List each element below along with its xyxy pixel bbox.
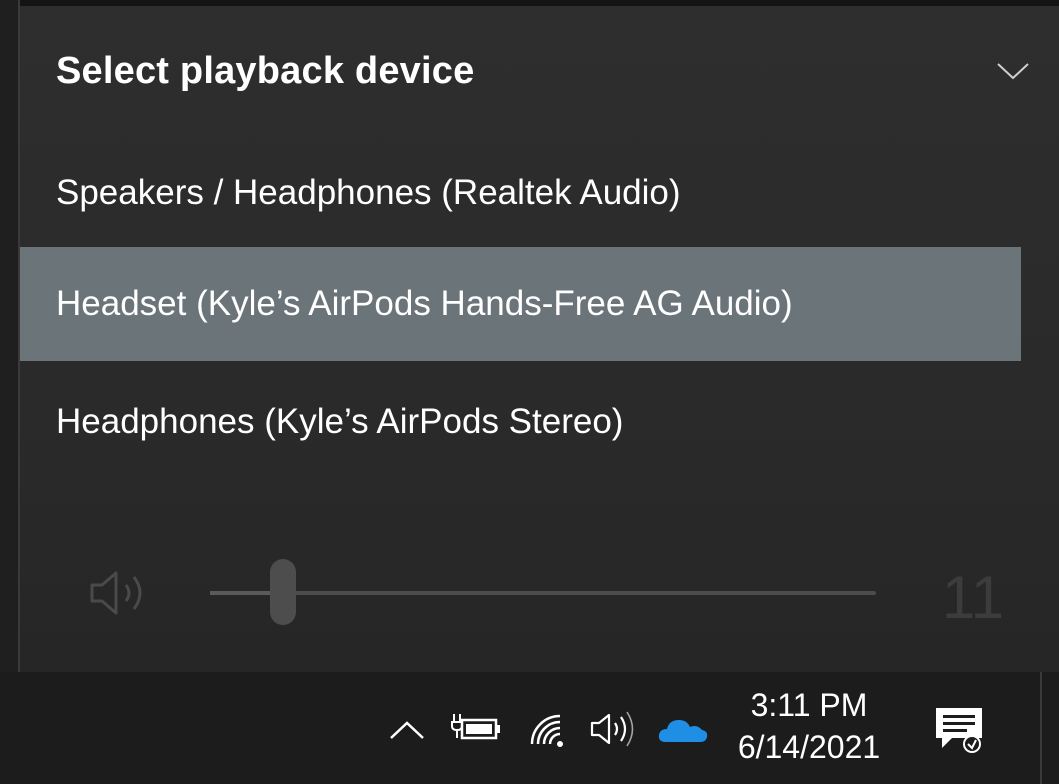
onedrive-cloud-icon[interactable] — [656, 710, 710, 750]
chevron-down-icon[interactable] — [990, 48, 1036, 94]
playback-device-flyout: Select playback device Speakers / Headph… — [18, 0, 1059, 672]
show-desktop-divider[interactable] — [1040, 672, 1042, 784]
chevron-up-icon[interactable] — [386, 712, 428, 748]
clock-time: 3:11 PM — [750, 687, 868, 723]
speaker-icon[interactable] — [86, 563, 162, 623]
volume-value: 11 — [941, 564, 1005, 631]
clock-date: 6/14/2021 — [737, 729, 881, 765]
volume-slider-thumb[interactable] — [270, 559, 297, 625]
device-label: Headphones (Kyle’s AirPods Stereo) — [56, 402, 624, 441]
device-speakers-realtek[interactable]: Speakers / Headphones (Realtek Audio) — [20, 136, 1021, 250]
flyout-top-edge — [20, 0, 1059, 6]
battery-plug-icon[interactable] — [450, 708, 504, 748]
volume-slider-track[interactable] — [210, 591, 876, 595]
taskbar: 3:11 PM 6/14/2021 — [0, 672, 1059, 784]
wifi-icon[interactable] — [524, 708, 570, 750]
flyout-title: Select playback device — [56, 49, 475, 92]
flyout-header: Select playback device — [56, 48, 1036, 94]
notification-icon[interactable] — [932, 704, 988, 756]
device-headphones-airpods-stereo[interactable]: Headphones (Kyle’s AirPods Stereo) — [20, 365, 1021, 479]
screen: Select playback device Speakers / Headph… — [0, 0, 1059, 784]
volume-row: 11 — [20, 545, 1059, 641]
device-label: Speakers / Headphones (Realtek Audio) — [56, 173, 681, 212]
taskbar-clock[interactable]: 3:11 PM 6/14/2021 — [724, 684, 894, 774]
device-headset-airpods[interactable]: Headset (Kyle’s AirPods Hands-Free AG Au… — [20, 247, 1021, 361]
speaker-icon[interactable] — [588, 708, 640, 750]
device-label: Headset (Kyle’s AirPods Hands-Free AG Au… — [56, 284, 793, 323]
